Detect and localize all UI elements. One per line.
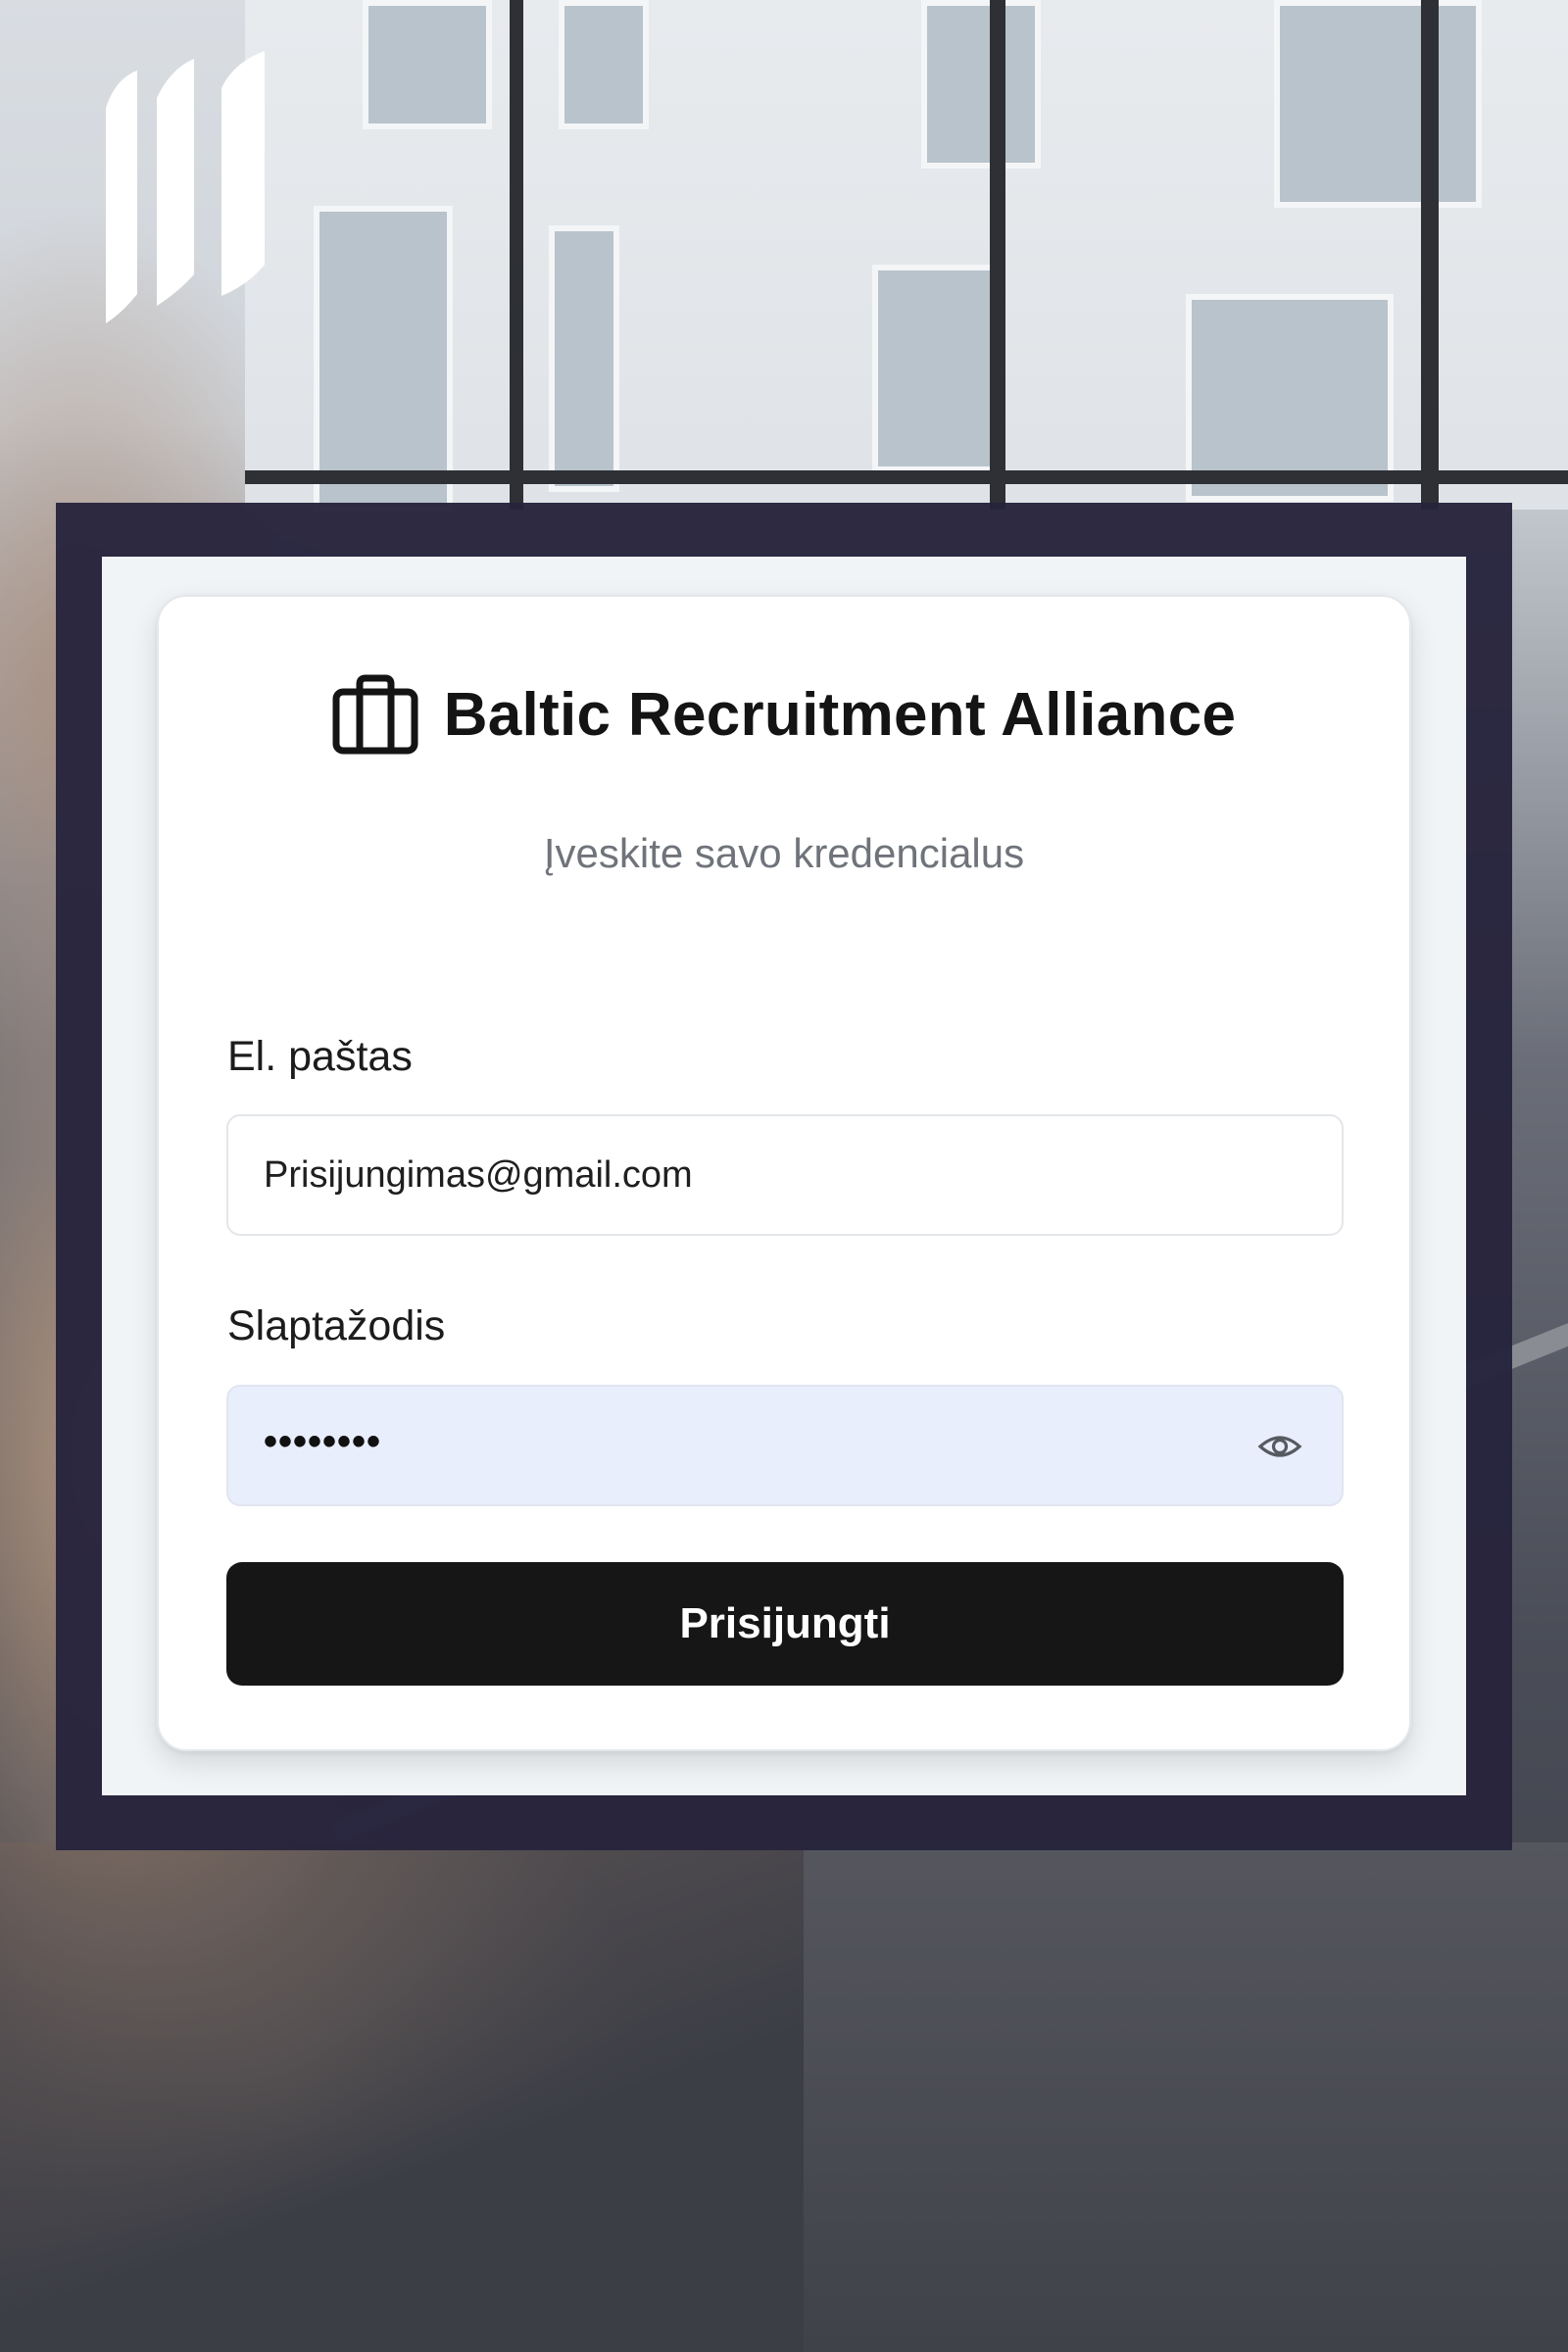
login-button[interactable]: Prisijungti bbox=[226, 1562, 1344, 1686]
three-stripes-logo bbox=[106, 51, 265, 323]
login-card: Baltic Recruitment Alliance Įveskite sav… bbox=[157, 595, 1411, 1751]
briefcase-icon bbox=[332, 674, 418, 755]
email-value: Prisijungimas@gmail.com bbox=[264, 1153, 693, 1196]
brand-title: Baltic Recruitment Alliance bbox=[443, 680, 1237, 749]
password-field[interactable]: •••••••• bbox=[226, 1385, 1344, 1506]
brand-header: Baltic Recruitment Alliance bbox=[159, 667, 1409, 761]
email-label: El. paštas bbox=[227, 1033, 413, 1080]
building-facade bbox=[245, 0, 1568, 512]
eye-icon[interactable] bbox=[1257, 1424, 1302, 1469]
email-field[interactable]: Prisijungimas@gmail.com bbox=[226, 1114, 1344, 1236]
password-value: •••••••• bbox=[264, 1419, 382, 1463]
login-subtitle: Įveskite savo kredencialus bbox=[543, 830, 1025, 876]
password-label: Slaptažodis bbox=[227, 1302, 446, 1349]
